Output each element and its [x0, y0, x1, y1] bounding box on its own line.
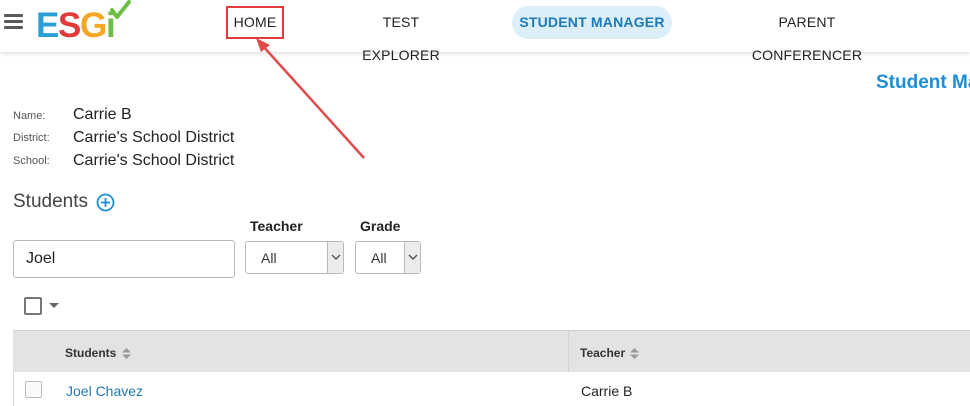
grade-filter-label: Grade [360, 218, 401, 234]
teacher-select[interactable]: All [245, 241, 344, 274]
student-name-link[interactable]: Joel Chavez [66, 383, 143, 399]
chevron-down-icon[interactable] [404, 242, 420, 273]
plus-circle-icon[interactable] [96, 193, 115, 212]
student-search-input[interactable] [13, 240, 235, 278]
column-header-students-label: Students [65, 346, 117, 360]
nav-home[interactable]: HOME [226, 6, 284, 39]
district-label: District: [13, 132, 50, 144]
school-label: School: [13, 155, 50, 167]
sort-icon[interactable] [630, 348, 640, 360]
logo-letter-g: G [80, 6, 107, 44]
page-title: Student Ma [876, 72, 970, 93]
grade-select-value: All [371, 250, 387, 266]
sort-icon[interactable] [121, 348, 131, 360]
students-table: Students Teacher Joel Chavez Carrie B [13, 330, 970, 406]
hamburger-icon[interactable] [4, 14, 23, 30]
logo-letter-e: E [36, 6, 59, 44]
name-value: Carrie B [73, 106, 132, 123]
grade-select[interactable]: All [355, 241, 421, 274]
teacher-filter-label: Teacher [250, 218, 303, 234]
column-header-students[interactable]: Students [65, 346, 131, 360]
name-label: Name: [13, 110, 46, 122]
column-header-teacher-label: Teacher [580, 346, 626, 360]
row-checkbox[interactable] [25, 381, 42, 398]
nav-student-manager[interactable]: STUDENT MANAGER [512, 6, 672, 39]
top-nav-bar: E S G i HOME TEST EXPLORER STUDENT MANAG… [0, 0, 970, 63]
table-header: Students Teacher [13, 330, 970, 372]
column-header-teacher[interactable]: Teacher [580, 346, 640, 360]
district-value: Carrie's School District [73, 129, 235, 146]
table-row[interactable]: Joel Chavez Carrie B [13, 372, 970, 406]
chevron-down-icon[interactable] [327, 242, 343, 273]
caret-down-icon[interactable] [49, 303, 59, 308]
select-all-checkbox[interactable] [24, 297, 42, 315]
nav-test-explorer[interactable]: TEST EXPLORER [343, 6, 459, 63]
school-value: Carrie's School District [73, 152, 235, 169]
teacher-name: Carrie B [581, 383, 633, 399]
logo-letter-s: S [58, 6, 81, 44]
students-heading: Students [13, 191, 88, 212]
teacher-select-value: All [261, 250, 277, 266]
esgi-logo[interactable]: E S G i [36, 0, 136, 44]
nav-parent-conferencer[interactable]: PARENT CONFERENCER [726, 6, 888, 63]
